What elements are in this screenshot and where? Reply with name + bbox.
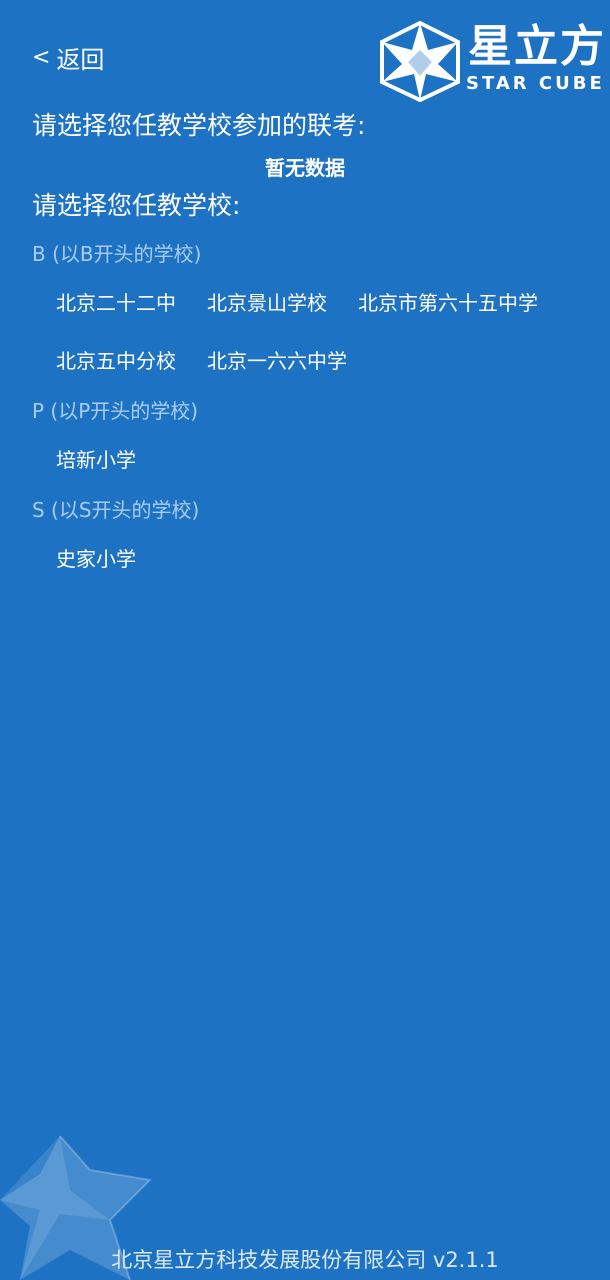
back-chevron-icon: < — [32, 44, 51, 70]
back-label: 返回 — [56, 46, 105, 74]
star-cube-logo: 星立方 STAR CUBE — [378, 20, 604, 102]
logo-chinese-name: 星立方 — [468, 21, 606, 72]
exam-section-title: 请选择您任教学校参加的联考: — [32, 111, 366, 140]
back-button[interactable]: < 返回 — [32, 40, 104, 75]
header: < 返回 星立方 STAR CUBE — [0, 0, 610, 110]
school-item[interactable]: 北京五中分校 — [56, 345, 176, 374]
school-item[interactable]: 北京景山学校 — [207, 287, 327, 316]
school-item[interactable]: 北京一六六中学 — [207, 345, 347, 374]
exam-empty-note: 暂无数据 — [265, 156, 345, 180]
school-item[interactable]: 培新小学 — [56, 444, 136, 473]
company-footer: 北京星立方科技发展股份有限公司 v2.1.1 — [111, 1248, 499, 1272]
group-label-p: P (以P开头的学校) — [32, 399, 199, 423]
group-label-s: S (以S开头的学校) — [32, 498, 200, 522]
logo-english-name: STAR CUBE — [466, 73, 605, 94]
school-item[interactable]: 北京市第六十五中学 — [358, 287, 538, 316]
cube-star-icon — [380, 20, 460, 102]
school-item[interactable]: 史家小学 — [56, 543, 136, 572]
group-label-b: B (以B开头的学校) — [32, 242, 202, 266]
school-item[interactable]: 北京二十二中 — [56, 287, 176, 316]
school-section-title: 请选择您任教学校: — [32, 191, 241, 220]
